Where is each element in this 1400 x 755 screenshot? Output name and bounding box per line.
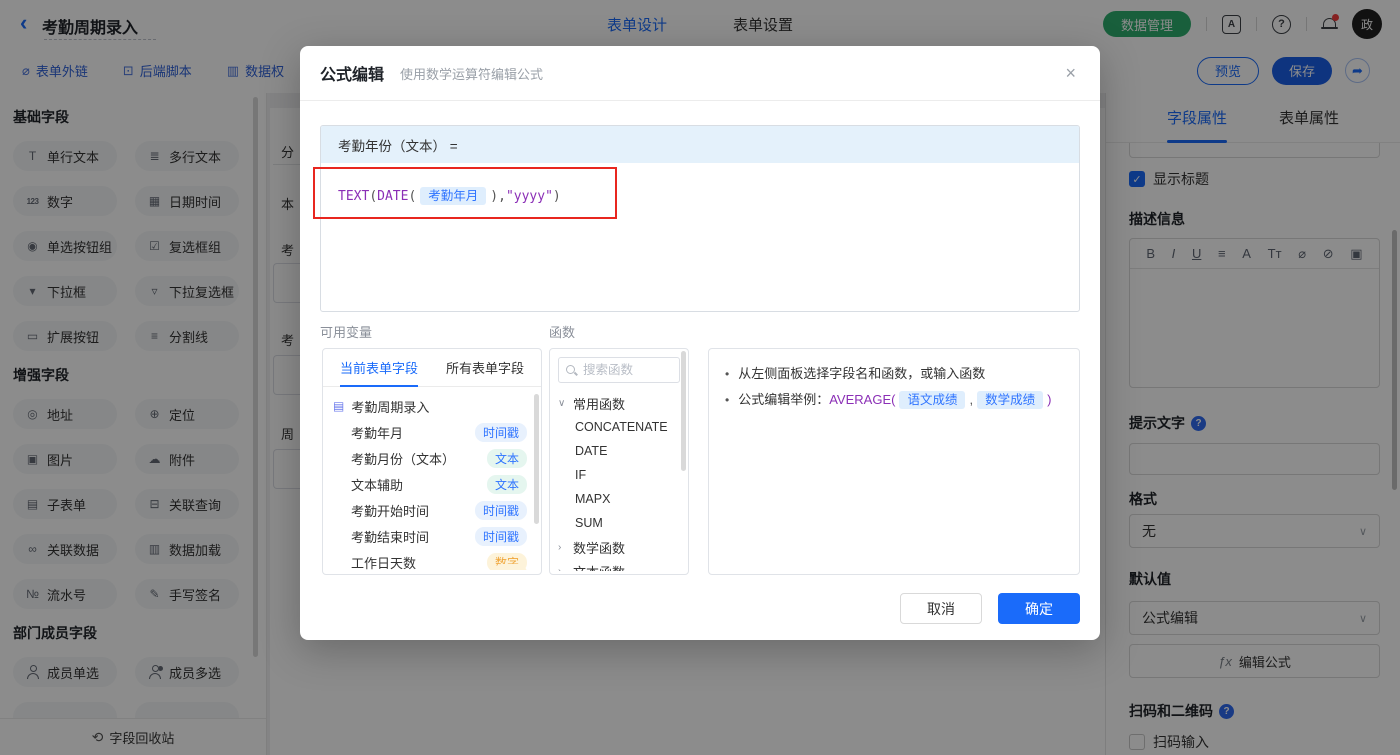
formula-target: 考勤年份（文本） = (321, 126, 1079, 163)
functions-scrollbar[interactable] (681, 351, 686, 471)
bullet-icon: • (725, 367, 730, 381)
search-icon (566, 364, 577, 376)
functions-tree: ∨ 常用函数 CONCATENATEDATEIFMAPXSUM › 数学函数 › 文本函数 (550, 391, 688, 572)
formula-token: "yyyy" (505, 189, 553, 204)
variable-row[interactable]: 考勤月份（文本） 文本 (323, 445, 541, 471)
variable-name: 工作日天数 (351, 555, 417, 571)
close-icon[interactable]: × (1065, 63, 1076, 84)
function-item[interactable]: CONCATENATE (550, 415, 688, 439)
field-chip: 语文成绩 (899, 391, 966, 409)
function-group[interactable]: ∨ 常用函数 (550, 391, 688, 415)
help-example: • 公式编辑举例：AVERAGE(语文成绩, 数学成绩) (725, 387, 1063, 413)
variables-panel: 当前表单字段 所有表单字段 ▤ 考勤周期录入 考勤年月 时间戳 考勤月份（文本） 文本 文本辅… (322, 348, 542, 575)
function-search[interactable] (558, 357, 680, 383)
function-group-label: 常用函数 (573, 396, 626, 412)
formula-token: DATE (377, 189, 409, 204)
variable-type-badge: 文本 (486, 448, 527, 468)
variable-row[interactable]: 考勤结束时间 时间戳 (323, 523, 541, 549)
formula-token: , (498, 189, 506, 204)
caret-collapsed-icon: › (558, 565, 562, 572)
function-item[interactable]: SUM (550, 511, 688, 535)
function-group[interactable]: › 文本函数 (550, 559, 688, 572)
variables-tab[interactable]: 当前表单字段 (340, 349, 419, 387)
example-comma: , (969, 392, 974, 407)
dialog-title: 公式编辑 (320, 67, 385, 84)
example-prefix: 公式编辑举例： (738, 392, 830, 407)
field-chip: 数学成绩 (977, 391, 1044, 409)
partial-badge (493, 564, 527, 570)
variable-name: 考勤月份（文本） (351, 451, 456, 467)
confirm-button[interactable]: 确定 (998, 593, 1080, 624)
formula-target-label: 考勤年份（文本） = (338, 138, 458, 154)
function-search-input[interactable] (583, 363, 673, 377)
variable-name: 考勤年月 (351, 425, 404, 441)
variable-type-badge: 时间戳 (474, 526, 527, 546)
dialog-header: 公式编辑 使用数学运算符编辑公式 (300, 46, 1100, 101)
formula-editor-dialog: 公式编辑 使用数学运算符编辑公式 × 考勤年份（文本） = TEXT(DATE(… (300, 46, 1100, 640)
field-chip[interactable]: 考勤年月 (420, 187, 487, 205)
variable-type-badge: 文本 (486, 474, 527, 494)
variables-tab[interactable]: 所有表单字段 (446, 349, 524, 387)
function-group[interactable]: › 数学函数 (550, 535, 688, 559)
functions-section-label: 函数 (549, 325, 576, 340)
variable-name: 考勤结束时间 (351, 529, 430, 545)
function-item[interactable]: IF (550, 463, 688, 487)
variables-scrollbar[interactable] (534, 394, 539, 524)
form-name: 考勤周期录入 (351, 399, 430, 415)
example-function: AVERAGE( (829, 392, 896, 407)
variable-name: 文本辅助 (351, 477, 404, 493)
formula-expression[interactable]: TEXT(DATE(考勤年月),"yyyy") (321, 163, 1079, 205)
variables-list: ▤ 考勤周期录入 考勤年月 时间戳 考勤月份（文本） 文本 文本辅助 文本 考勤开始时间 时间戳考… (323, 387, 541, 570)
cancel-button[interactable]: 取消 (900, 593, 982, 624)
help-example-text: 公式编辑举例：AVERAGE(语文成绩, 数学成绩) (738, 387, 1051, 413)
variable-type-badge: 时间戳 (474, 500, 527, 520)
formula-editor[interactable]: 考勤年份（文本） = TEXT(DATE(考勤年月),"yyyy") (320, 125, 1080, 312)
formula-token: ) (552, 189, 561, 204)
formula-token: TEXT (338, 189, 370, 204)
help-panel: • 从左侧面板选择字段名和函数，或输入函数 • 公式编辑举例：AVERAGE(语… (708, 348, 1080, 575)
help-tip-text: 从左侧面板选择字段名和函数，或输入函数 (738, 366, 986, 381)
dialog-subtitle: 使用数学运算符编辑公式 (400, 66, 544, 82)
variable-row[interactable]: 考勤开始时间 时间戳 (323, 497, 541, 523)
formula-token: ( (408, 189, 417, 204)
variables-tabs: 当前表单字段 所有表单字段 (323, 349, 541, 387)
functions-panel: ∨ 常用函数 CONCATENATEDATEIFMAPXSUM › 数学函数 › 文本函数 (549, 348, 689, 575)
help-tip: • 从左侧面板选择字段名和函数，或输入函数 (725, 361, 1063, 387)
function-item[interactable]: MAPX (550, 487, 688, 511)
function-item[interactable]: DATE (550, 439, 688, 463)
formula-token: ( (369, 189, 378, 204)
variable-name: 考勤开始时间 (351, 503, 430, 519)
caret-collapsed-icon: › (558, 541, 562, 553)
variable-row[interactable]: 考勤年月 时间戳 (323, 419, 541, 445)
example-close: ) (1047, 392, 1052, 407)
bullet-icon: • (725, 393, 730, 407)
variable-row[interactable]: 文本辅助 文本 (323, 471, 541, 497)
caret-expanded-icon: ∨ (558, 397, 566, 409)
variables-form-row[interactable]: ▤ 考勤周期录入 (323, 393, 541, 419)
function-group-label: 文本函数 (573, 562, 625, 572)
variables-section-label: 可用变量 (320, 325, 373, 340)
function-group-label: 数学函数 (573, 540, 626, 556)
formula-token: ) (490, 189, 499, 204)
form-doc-icon: ▤ (333, 399, 345, 413)
variable-type-badge: 时间戳 (474, 422, 527, 442)
